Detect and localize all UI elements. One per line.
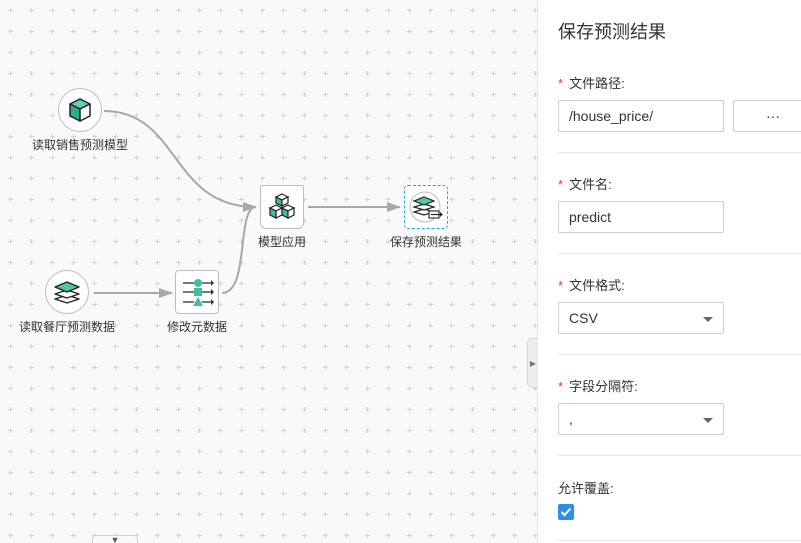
check-icon [560, 507, 572, 517]
canvas-collapse-toggle[interactable]: ▼ [92, 535, 138, 543]
file-path-label-row: * 文件路径: [558, 73, 801, 92]
file-format-value: CSV [569, 310, 598, 326]
node-read-restaurant-data[interactable]: 读取餐厅预测数据 [17, 270, 117, 335]
required-marker: * [558, 76, 564, 91]
layers-icon [45, 270, 89, 314]
browse-path-button[interactable]: ··· [733, 100, 801, 132]
file-format-select[interactable]: CSV [558, 302, 724, 334]
chevron-down-icon: ▼ [110, 535, 120, 543]
node-label: 模型应用 [257, 235, 306, 249]
field-separator-label: 字段分隔符: [569, 379, 638, 394]
section-divider [558, 354, 801, 355]
caret-down-icon [703, 317, 713, 322]
node-apply-model[interactable]: 模型应用 [242, 185, 322, 250]
file-name-label: 文件名: [569, 177, 612, 192]
properties-panel: 保存预测结果 * 文件路径: /house_price/ ··· * 文件名: pr… [537, 0, 801, 543]
cubes-icon [260, 185, 304, 229]
workflow-canvas[interactable]: 读取销售预测模型 读取餐厅预测数据 修改元数据 模型应用 保存预测结果 ▼ [0, 0, 537, 543]
cube-icon [58, 88, 102, 132]
caret-down-icon [703, 418, 713, 423]
required-marker: * [558, 278, 564, 293]
node-label: 保存预测结果 [389, 235, 462, 249]
section-divider [558, 152, 801, 153]
field-separator-select[interactable]: , [558, 403, 724, 435]
node-label: 读取餐厅预测数据 [18, 320, 115, 334]
panel-title: 保存预测结果 [558, 22, 666, 42]
node-label: 读取销售预测模型 [31, 138, 128, 152]
field-separator-label-row: * 字段分隔符: [558, 376, 801, 395]
node-read-sales-model[interactable]: 读取销售预测模型 [30, 88, 130, 153]
required-marker: * [558, 177, 564, 192]
file-path-input[interactable]: /house_price/ [558, 100, 724, 132]
allow-overwrite-checkbox[interactable] [558, 504, 574, 520]
section-divider [558, 253, 801, 254]
node-save-result[interactable]: 保存预测结果 [386, 185, 466, 250]
file-format-label-row: * 文件格式: [558, 275, 801, 294]
required-marker: * [558, 379, 564, 394]
file-format-label: 文件格式: [569, 278, 625, 293]
node-modify-metadata[interactable]: 修改元数据 [155, 270, 239, 335]
section-divider [558, 455, 801, 456]
file-name-label-row: * 文件名: [558, 174, 801, 193]
node-label: 修改元数据 [166, 320, 227, 334]
field-separator-value: , [569, 411, 573, 427]
file-path-label: 文件路径: [569, 76, 625, 91]
file-name-input[interactable]: predict [558, 201, 724, 233]
metadata-icon [175, 270, 219, 314]
save-layers-icon [404, 185, 448, 229]
allow-overwrite-label: 允许覆盖: [558, 481, 614, 496]
section-divider [558, 540, 801, 541]
allow-overwrite-label-row: 允许覆盖: [558, 478, 801, 497]
chevron-right-icon: ▶ [529, 358, 537, 368]
